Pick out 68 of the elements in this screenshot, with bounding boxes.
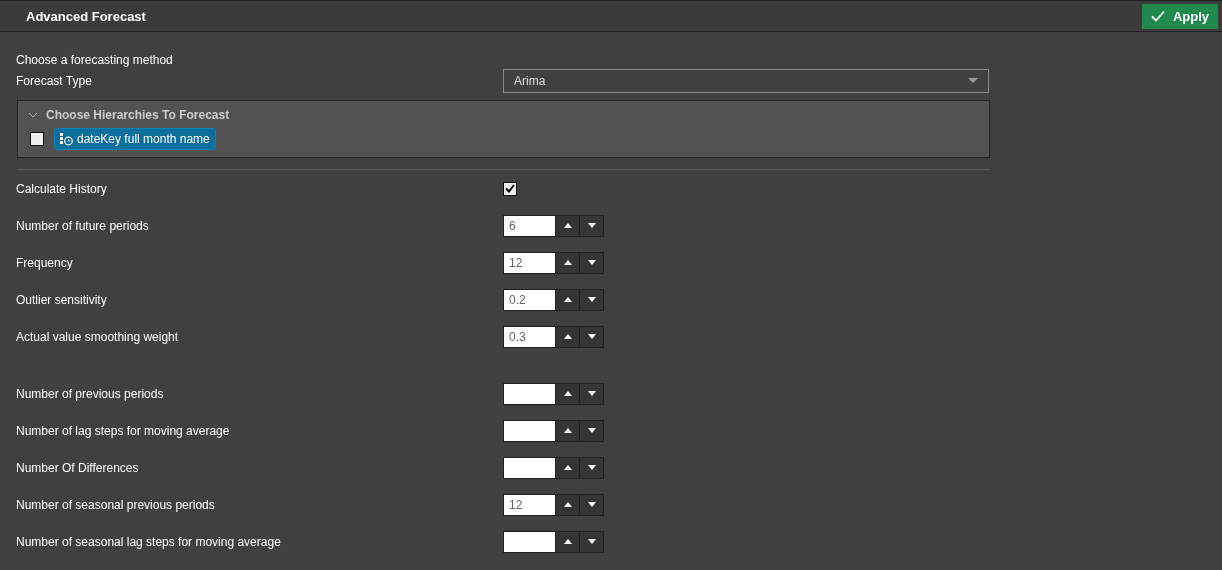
hierarchy-toggle[interactable]: Choose Hierarchies To Forecast <box>28 106 979 124</box>
field-label: Outlier sensitivity <box>16 292 108 307</box>
increment-button[interactable] <box>556 325 580 348</box>
down-triangle-icon <box>587 428 596 433</box>
setting-checkbox[interactable] <box>503 181 517 196</box>
up-triangle-icon <box>563 391 572 396</box>
down-triangle-icon <box>587 539 596 544</box>
decrement-button[interactable] <box>580 493 604 516</box>
field-label: Forecast Type <box>16 74 93 88</box>
decrement-button[interactable] <box>580 530 604 553</box>
up-triangle-icon <box>563 260 572 265</box>
field-label: Number of seasonal previous periods <box>16 497 216 512</box>
field-label: Number Of Differences <box>16 460 140 475</box>
number-input[interactable] <box>503 382 556 405</box>
decrement-button[interactable] <box>580 456 604 479</box>
field-label: Number of previous periods <box>16 386 165 401</box>
number-input[interactable]: 12 <box>503 251 556 274</box>
forecast-type-dropdown[interactable]: Arima <box>503 69 989 93</box>
decrement-button[interactable] <box>580 419 604 442</box>
down-triangle-icon <box>587 391 596 396</box>
decrement-button[interactable] <box>580 214 604 237</box>
dropdown-caret-icon <box>968 78 978 84</box>
up-triangle-icon <box>563 539 572 544</box>
down-triangle-icon <box>587 260 596 265</box>
number-input[interactable] <box>503 419 556 442</box>
decrement-button[interactable] <box>580 251 604 274</box>
hierarchy-clock-icon <box>60 132 73 146</box>
number-input[interactable]: 6 <box>503 214 556 237</box>
field-label: Number of lag steps for moving average <box>16 423 231 438</box>
chevron-icon <box>28 112 38 118</box>
decrement-button[interactable] <box>580 325 604 348</box>
number-input[interactable]: 12 <box>503 493 556 516</box>
field-label: Calculate History <box>16 181 108 196</box>
hierarchy-chip[interactable]: dateKey full month name <box>54 128 216 150</box>
increment-button[interactable] <box>556 456 580 479</box>
hierarchy-checkbox[interactable] <box>30 132 44 146</box>
down-triangle-icon <box>587 223 596 228</box>
down-triangle-icon <box>587 465 596 470</box>
panel-title: Advanced Forecast <box>26 8 146 24</box>
number-input[interactable]: 0.2 <box>503 288 556 311</box>
decrement-button[interactable] <box>580 382 604 405</box>
number-input[interactable] <box>503 456 556 479</box>
increment-button[interactable] <box>556 493 580 516</box>
increment-button[interactable] <box>556 214 580 237</box>
field-label: Number of seasonal lag steps for moving average <box>16 534 282 549</box>
field-label: Number of future periods <box>16 218 150 233</box>
number-input[interactable]: 0.3 <box>503 325 556 348</box>
field-label: Frequency <box>16 255 74 270</box>
check-icon <box>1150 10 1165 22</box>
up-triangle-icon <box>563 428 572 433</box>
up-triangle-icon <box>563 502 572 507</box>
increment-button[interactable] <box>556 382 580 405</box>
down-triangle-icon <box>587 297 596 302</box>
field-label: Actual value smoothing weight <box>16 329 180 344</box>
increment-button[interactable] <box>556 419 580 442</box>
down-triangle-icon <box>587 334 596 339</box>
up-triangle-icon <box>563 297 572 302</box>
increment-button[interactable] <box>556 530 580 553</box>
number-input[interactable] <box>503 530 556 553</box>
down-triangle-icon <box>587 502 596 507</box>
up-triangle-icon <box>563 223 572 228</box>
increment-button[interactable] <box>556 251 580 274</box>
decrement-button[interactable] <box>580 288 604 311</box>
section-heading: Choose a forecasting method <box>16 53 174 68</box>
increment-button[interactable] <box>556 288 580 311</box>
up-triangle-icon <box>563 465 572 470</box>
up-triangle-icon <box>563 334 572 339</box>
apply-button[interactable]: Apply <box>1142 3 1218 29</box>
